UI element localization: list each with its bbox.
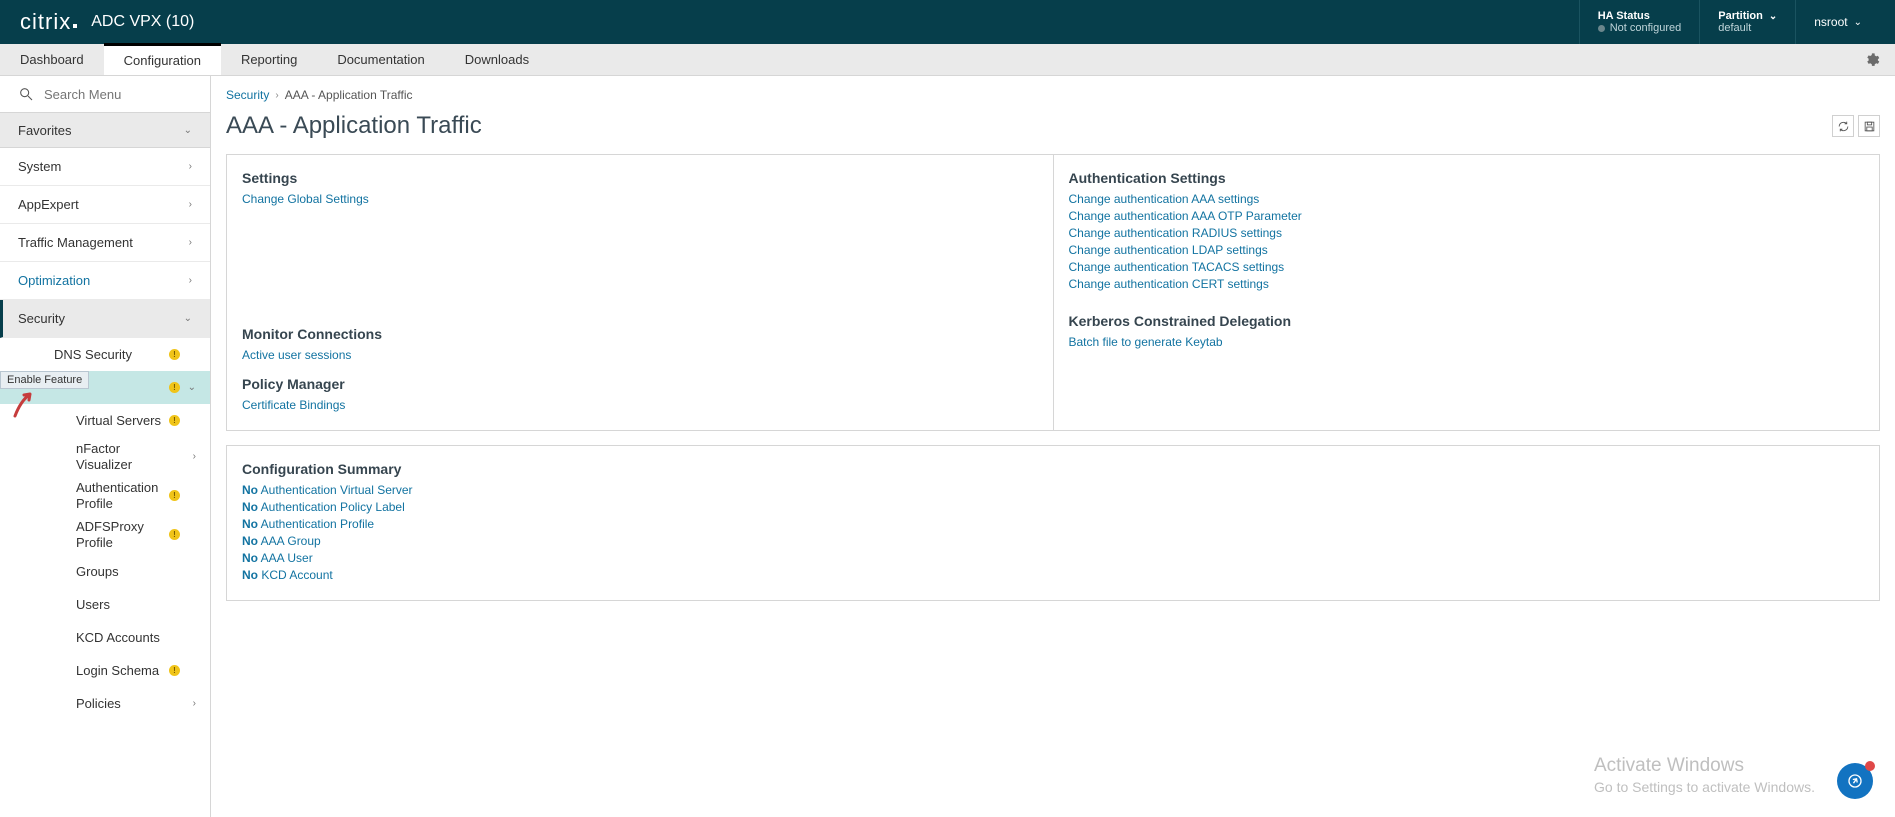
- link-auth-cert[interactable]: Change authentication CERT settings: [1069, 277, 1865, 291]
- tab-reporting[interactable]: Reporting: [221, 44, 317, 75]
- alert-icon: !: [169, 490, 180, 501]
- nav-groups[interactable]: Groups: [0, 555, 210, 588]
- summary-item[interactable]: No Authentication Profile: [242, 517, 1864, 531]
- partition-value: default: [1718, 22, 1777, 34]
- summary-item[interactable]: No AAA Group: [242, 534, 1864, 548]
- nav-system[interactable]: System›: [0, 148, 210, 186]
- nav-security[interactable]: Security⌄: [0, 300, 210, 338]
- top-bar: citrix ADC VPX (10) HA Status Not config…: [0, 0, 1895, 44]
- policy-manager-title: Policy Manager: [242, 376, 1038, 392]
- chevron-right-icon: ›: [189, 199, 192, 210]
- nav-optimization[interactable]: Optimization›: [0, 262, 210, 300]
- settings-title: Settings: [242, 170, 1038, 186]
- monitor-connections-title: Monitor Connections: [242, 326, 1038, 342]
- product-name: ADC VPX (10): [91, 13, 194, 31]
- arrow-icon: [12, 390, 38, 418]
- breadcrumb-security[interactable]: Security: [226, 88, 269, 102]
- chevron-right-icon: ›: [193, 698, 196, 709]
- activate-windows-watermark: Activate Windows Go to Settings to activ…: [1594, 755, 1815, 795]
- tab-downloads[interactable]: Downloads: [445, 44, 549, 75]
- gear-icon: [1864, 52, 1880, 68]
- link-auth-ldap[interactable]: Change authentication LDAP settings: [1069, 243, 1865, 257]
- link-auth-tacacs[interactable]: Change authentication TACACS settings: [1069, 260, 1865, 274]
- partition-selector[interactable]: Partition ⌄ default: [1700, 0, 1796, 44]
- partition-label: Partition ⌄: [1718, 10, 1777, 22]
- save-icon: [1863, 120, 1876, 133]
- link-batch-file-keytab[interactable]: Batch file to generate Keytab: [1069, 335, 1865, 349]
- annotation-arrow: [12, 390, 38, 423]
- chevron-right-icon: ›: [189, 161, 192, 172]
- chevron-right-icon: ›: [189, 237, 192, 248]
- save-button[interactable]: [1858, 115, 1880, 137]
- user-name: nsroot: [1814, 15, 1847, 29]
- page-title: AAA - Application Traffic: [226, 112, 482, 140]
- nav-dns-security[interactable]: DNS Security!: [0, 338, 210, 371]
- summary-item[interactable]: No Authentication Policy Label: [242, 500, 1864, 514]
- status-dot-icon: [1598, 25, 1605, 32]
- nav-users[interactable]: Users: [0, 588, 210, 621]
- configuration-summary-title: Configuration Summary: [242, 461, 1864, 477]
- summary-item[interactable]: No KCD Account: [242, 568, 1864, 582]
- summary-item[interactable]: No AAA User: [242, 551, 1864, 565]
- nav-traffic-management[interactable]: Traffic Management›: [0, 224, 210, 262]
- sidebar: Favorites⌄ System› AppExpert› Traffic Ma…: [0, 76, 211, 817]
- chevron-right-icon: ›: [189, 275, 192, 286]
- link-certificate-bindings[interactable]: Certificate Bindings: [242, 398, 1038, 412]
- link-auth-aaa-settings[interactable]: Change authentication AAA settings: [1069, 192, 1865, 206]
- enable-feature-tooltip[interactable]: Enable Feature: [0, 371, 89, 389]
- chevron-down-icon: ⌄: [184, 313, 192, 324]
- nav-kcd-accounts[interactable]: KCD Accounts: [0, 621, 210, 654]
- main-tabs: Dashboard Configuration Reporting Docume…: [0, 44, 1895, 76]
- search-row[interactable]: [0, 76, 210, 112]
- ha-status-label: HA Status: [1598, 10, 1682, 22]
- chevron-down-icon: ⌄: [188, 382, 196, 393]
- summary-panel: Configuration Summary No Authentication …: [226, 445, 1880, 601]
- refresh-icon: [1837, 120, 1850, 133]
- alert-icon: !: [169, 665, 180, 676]
- link-auth-radius[interactable]: Change authentication RADIUS settings: [1069, 226, 1865, 240]
- settings-gear-button[interactable]: [1849, 44, 1895, 75]
- chevron-down-icon: ⌄: [184, 125, 192, 136]
- chevron-right-icon: ›: [193, 451, 196, 463]
- alert-icon: !: [169, 529, 180, 540]
- nav-nfactor-visualizer[interactable]: nFactor Visualizer›: [0, 437, 210, 476]
- link-change-global-settings[interactable]: Change Global Settings: [242, 192, 1038, 206]
- search-icon: [18, 86, 34, 102]
- brand-logo: citrix: [20, 9, 77, 35]
- feedback-float-button[interactable]: [1837, 763, 1873, 799]
- nav-adfs-proxy-profile[interactable]: ADFSProxy Profile!: [0, 515, 210, 554]
- summary-item[interactable]: No Authentication Virtual Server: [242, 483, 1864, 497]
- nav-policies[interactable]: Policies›: [0, 687, 210, 720]
- chevron-right-icon: ›: [275, 90, 278, 101]
- tab-dashboard[interactable]: Dashboard: [0, 44, 104, 75]
- notification-dot-icon: [1865, 761, 1875, 771]
- favorites-section[interactable]: Favorites⌄: [0, 112, 210, 148]
- send-icon: [1847, 773, 1863, 789]
- link-active-user-sessions[interactable]: Active user sessions: [242, 348, 1038, 362]
- top-panel: Settings Change Global Settings Monitor …: [226, 154, 1880, 431]
- kerberos-title: Kerberos Constrained Delegation: [1069, 313, 1865, 329]
- alert-icon: !: [169, 349, 180, 360]
- tab-configuration[interactable]: Configuration: [104, 43, 221, 75]
- auth-settings-title: Authentication Settings: [1069, 170, 1865, 186]
- ha-status-value: Not configured: [1598, 22, 1682, 34]
- ha-status-block[interactable]: HA Status Not configured: [1579, 0, 1701, 44]
- chevron-down-icon: ⌄: [1854, 17, 1862, 28]
- alert-icon: !: [169, 382, 180, 393]
- alert-icon: !: [169, 415, 180, 426]
- breadcrumb-current: AAA - Application Traffic: [285, 88, 413, 102]
- user-menu[interactable]: nsroot ⌄: [1796, 0, 1880, 44]
- link-auth-aaa-otp[interactable]: Change authentication AAA OTP Parameter: [1069, 209, 1865, 223]
- nav-appexpert[interactable]: AppExpert›: [0, 186, 210, 224]
- tab-documentation[interactable]: Documentation: [317, 44, 444, 75]
- nav-login-schema[interactable]: Login Schema!: [0, 654, 210, 687]
- chevron-down-icon: ⌄: [1769, 11, 1777, 22]
- refresh-button[interactable]: [1832, 115, 1854, 137]
- breadcrumb: Security › AAA - Application Traffic: [226, 88, 1880, 102]
- search-input[interactable]: [44, 87, 164, 102]
- main-content: Security › AAA - Application Traffic AAA…: [211, 76, 1895, 817]
- nav-authentication-profile[interactable]: Authentication Profile!: [0, 476, 210, 515]
